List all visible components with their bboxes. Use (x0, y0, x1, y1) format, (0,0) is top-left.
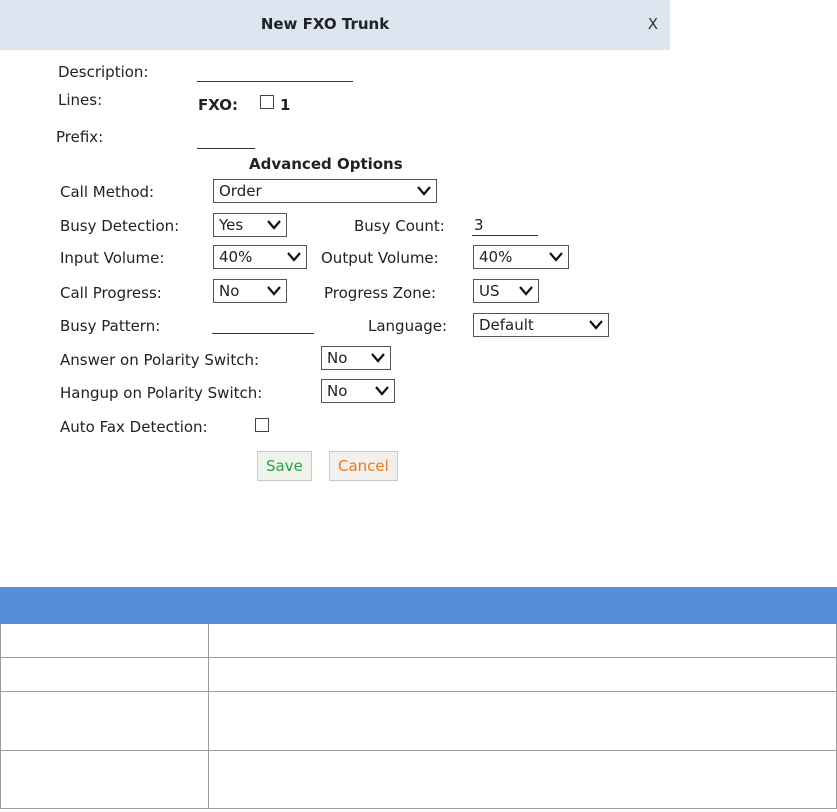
progress-zone-select[interactable]: US (473, 279, 539, 303)
input-volume-select[interactable]: 40% (213, 245, 307, 269)
fxo-label: FXO: (198, 96, 239, 114)
chevron-down-icon (370, 350, 386, 366)
busy-detection-value: Yes (219, 216, 244, 234)
save-button[interactable]: Save (257, 451, 312, 481)
progress-zone-label: Progress Zone: (324, 284, 437, 302)
parameter-table (0, 587, 837, 809)
dialog-title: New FXO Trunk (260, 15, 390, 33)
table-row (0, 750, 837, 809)
call-progress-select[interactable]: No (213, 279, 287, 303)
table-row (0, 657, 837, 692)
answer-polarity-label: Answer on Polarity Switch: (60, 351, 260, 369)
hangup-polarity-value: No (327, 382, 348, 400)
output-volume-value: 40% (479, 248, 513, 266)
table-cell (0, 750, 209, 809)
table-header-cell (0, 587, 209, 624)
fxo-line-checkbox[interactable] (260, 95, 274, 109)
call-progress-value: No (219, 282, 240, 300)
chevron-down-icon (374, 383, 390, 399)
table-cell (0, 623, 209, 658)
chevron-down-icon (286, 249, 302, 265)
hangup-polarity-label: Hangup on Polarity Switch: (60, 384, 263, 402)
close-button[interactable]: X (648, 15, 658, 33)
table-cell (208, 623, 837, 658)
prefix-input[interactable] (197, 128, 255, 149)
table-row (0, 623, 837, 658)
progress-zone-value: US (479, 282, 500, 300)
description-input[interactable] (197, 61, 353, 82)
input-volume-label: Input Volume: (60, 249, 165, 267)
hangup-polarity-select[interactable]: No (321, 379, 395, 403)
call-method-label: Call Method: (60, 183, 155, 201)
lines-label: Lines: (58, 91, 103, 109)
call-method-select[interactable]: Order (213, 179, 437, 203)
language-value: Default (479, 316, 534, 334)
answer-polarity-select[interactable]: No (321, 346, 391, 370)
chevron-down-icon (266, 217, 282, 233)
auto-fax-checkbox[interactable] (255, 418, 269, 432)
output-volume-select[interactable]: 40% (473, 245, 569, 269)
busy-detection-select[interactable]: Yes (213, 213, 287, 237)
table-header-cell (208, 587, 837, 624)
table-cell (0, 657, 209, 692)
table-row (0, 691, 837, 751)
input-volume-value: 40% (219, 248, 253, 266)
chevron-down-icon (518, 283, 534, 299)
chevron-down-icon (416, 183, 432, 199)
output-volume-label: Output Volume: (321, 249, 439, 267)
busy-detection-label: Busy Detection: (60, 217, 180, 235)
description-label: Description: (58, 63, 149, 81)
busy-pattern-label: Busy Pattern: (60, 317, 161, 335)
busy-count-input[interactable] (472, 215, 538, 236)
language-label: Language: (368, 317, 448, 335)
answer-polarity-value: No (327, 349, 348, 367)
busy-count-label: Busy Count: (354, 217, 445, 235)
call-progress-label: Call Progress: (60, 284, 162, 302)
chevron-down-icon (548, 249, 564, 265)
chevron-down-icon (266, 283, 282, 299)
prefix-label: Prefix: (56, 128, 104, 146)
table-header-row (0, 587, 837, 624)
table-cell (208, 750, 837, 809)
fxo-line-number: 1 (280, 96, 291, 114)
table-cell (0, 691, 209, 751)
cancel-button[interactable]: Cancel (329, 451, 398, 481)
table-cell (208, 657, 837, 692)
table-cell (208, 691, 837, 751)
busy-pattern-input[interactable] (212, 313, 314, 334)
call-method-value: Order (219, 182, 262, 200)
chevron-down-icon (588, 317, 604, 333)
auto-fax-label: Auto Fax Detection: (60, 418, 208, 436)
language-select[interactable]: Default (473, 313, 609, 337)
dialog-titlebar: New FXO Trunk X (0, 0, 670, 50)
advanced-options-heading: Advanced Options (249, 155, 403, 173)
